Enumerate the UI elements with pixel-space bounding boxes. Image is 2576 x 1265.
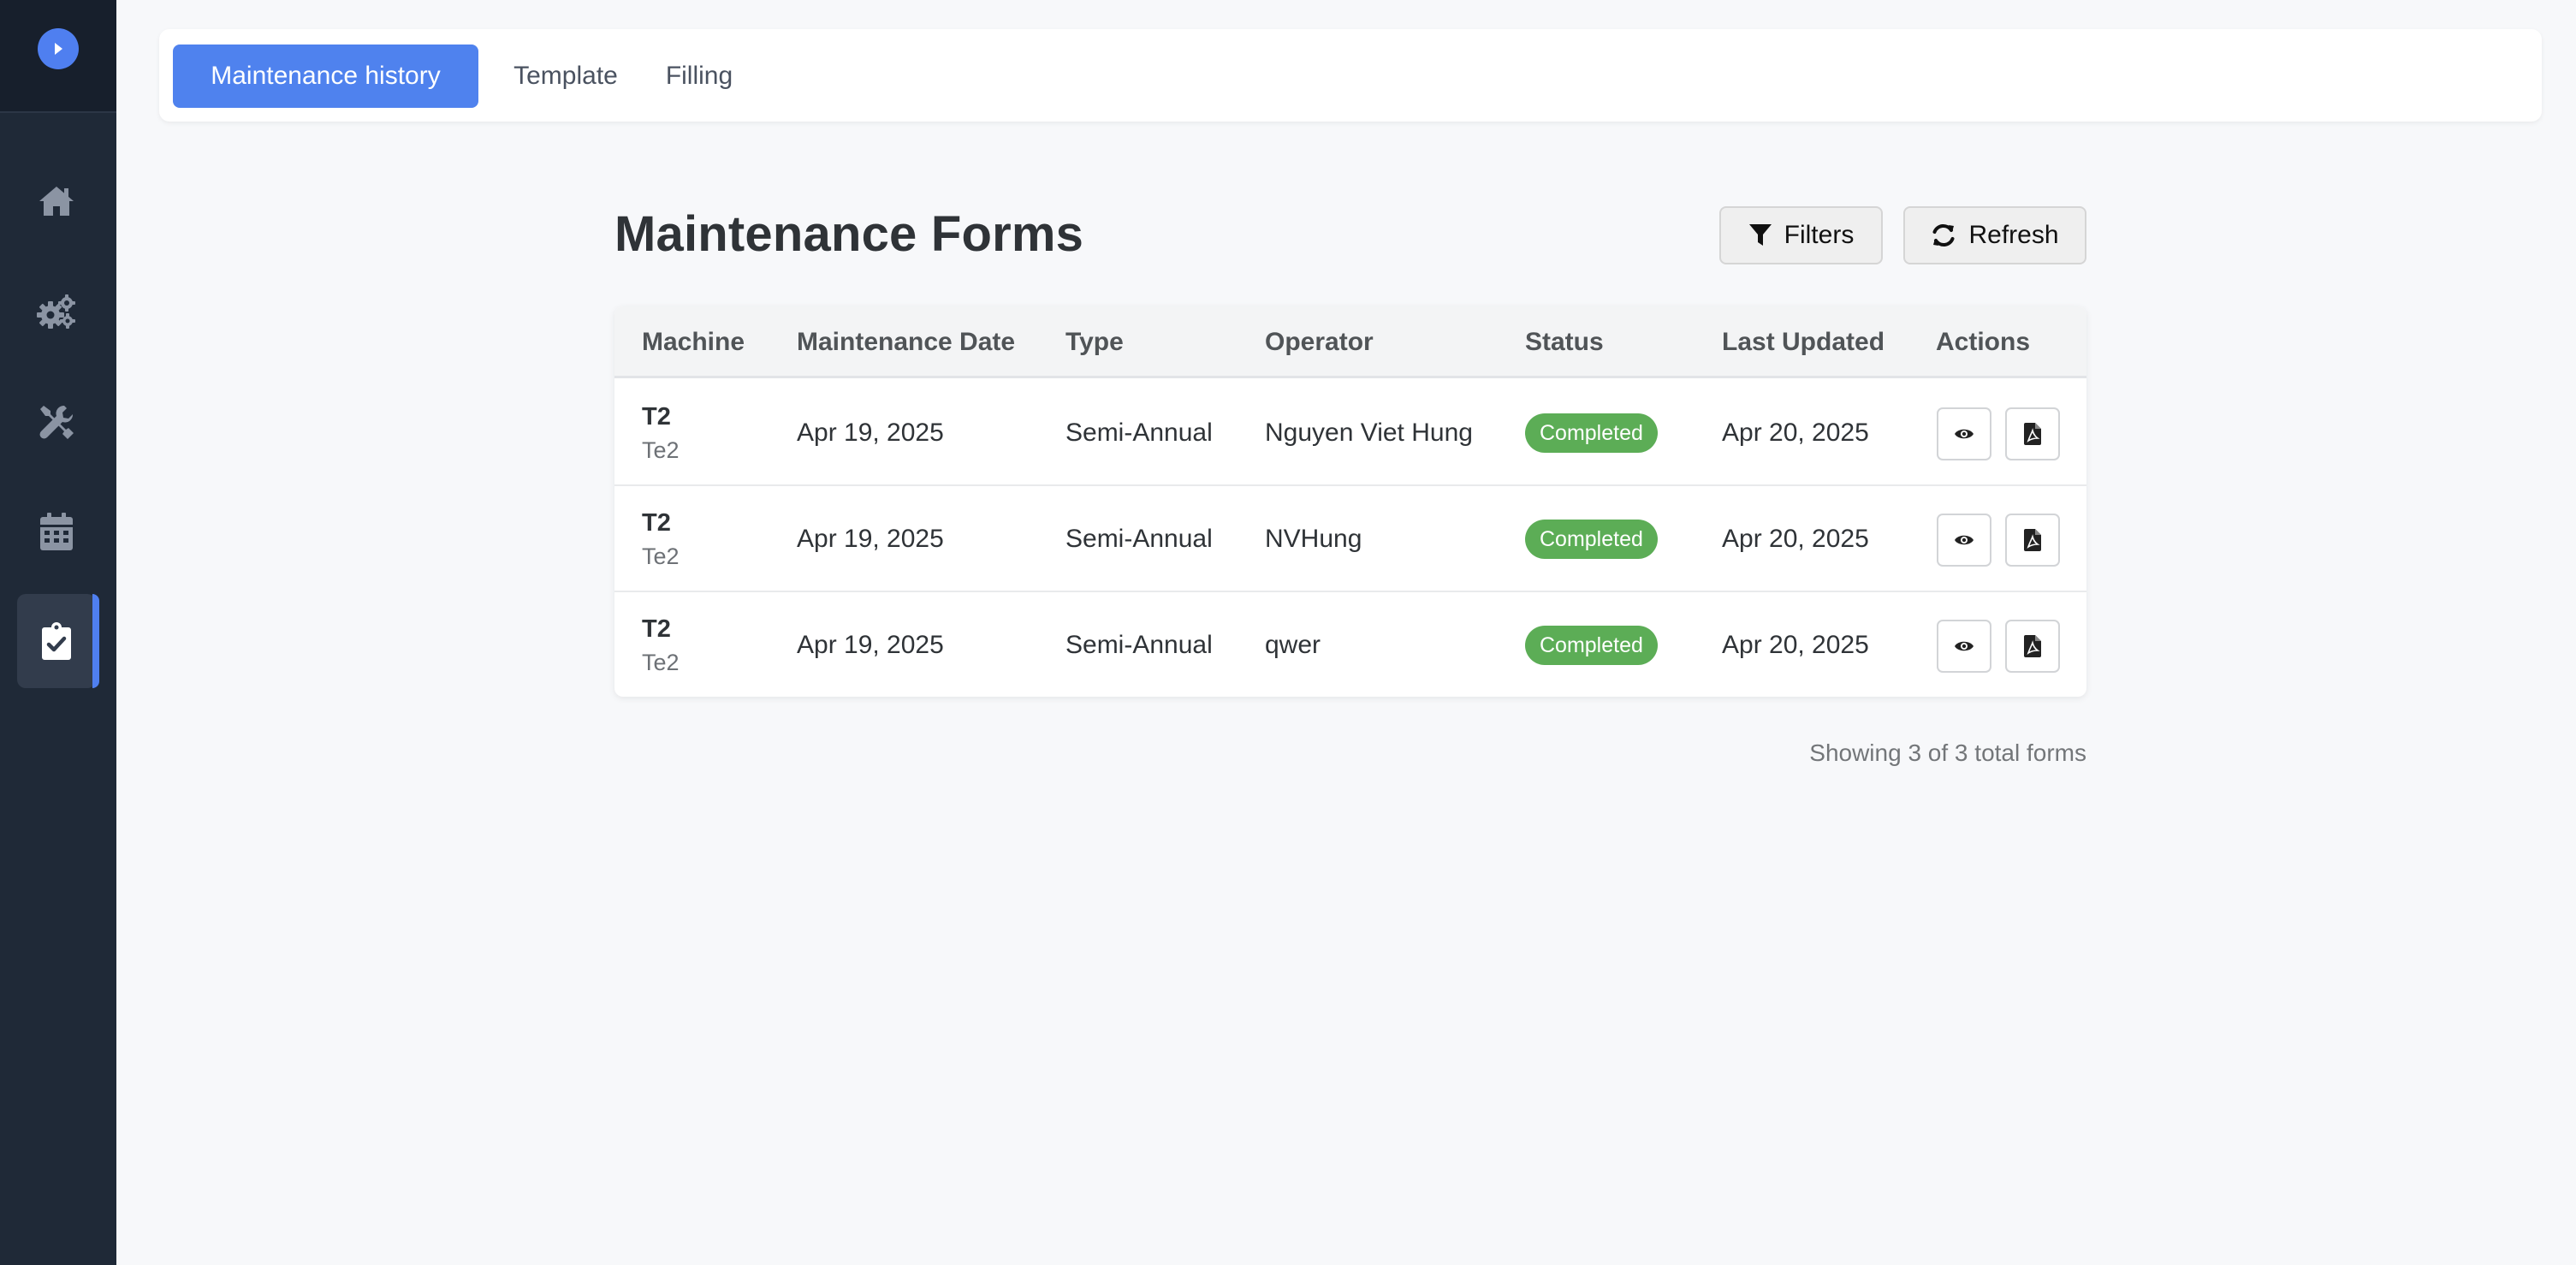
- maintenance-type: Semi-Annual: [1065, 631, 1213, 659]
- eye-icon: [1955, 429, 1974, 439]
- status-cell: Completed: [1525, 592, 1658, 697]
- filters-button[interactable]: Filters: [1719, 206, 1883, 264]
- status-cell: Completed: [1525, 380, 1658, 486]
- page-title: Maintenance Forms: [614, 206, 1084, 262]
- download-pdf-button[interactable]: [2005, 514, 2060, 567]
- tab-filling[interactable]: Filling: [647, 45, 751, 108]
- machine-cell: T2 Te2: [642, 592, 680, 697]
- download-pdf-button[interactable]: [2005, 407, 2060, 460]
- eye-icon: [1955, 535, 1974, 545]
- chevron-right-icon: [55, 43, 62, 55]
- machine-name: T2: [642, 509, 671, 537]
- calendar-icon: [40, 513, 73, 550]
- maintenance-date: Apr 19, 2025: [797, 631, 944, 659]
- last-updated-date: Apr 20, 2025: [1722, 525, 1869, 553]
- sidebar-item-home[interactable]: [17, 154, 96, 248]
- maintenance-forms-table: Machine Maintenance Date Type Operator S…: [614, 306, 2086, 697]
- operator-name: qwer: [1265, 631, 1321, 659]
- table-row: T2 Te2 Apr 19, 2025 Semi-Annual NVHung C…: [614, 486, 2086, 592]
- status-badge: Completed: [1525, 626, 1658, 665]
- refresh-icon: [1932, 223, 1955, 247]
- tab-template[interactable]: Template: [502, 45, 630, 108]
- column-header-maintenance-date[interactable]: Maintenance Date: [797, 306, 1015, 378]
- filter-icon: [1748, 224, 1772, 246]
- download-pdf-button[interactable]: [2005, 620, 2060, 673]
- clipboard-check-icon: [42, 622, 71, 660]
- sidebar-header: [0, 0, 116, 113]
- refresh-button[interactable]: Refresh: [1903, 206, 2086, 264]
- tab-maintenance-history[interactable]: Maintenance history: [173, 45, 478, 108]
- filters-button-label: Filters: [1784, 221, 1855, 249]
- tab-bar: Maintenance history Template Filling: [159, 29, 2542, 122]
- machine-code: Te2: [642, 437, 680, 463]
- file-pdf-icon: [2024, 423, 2041, 445]
- file-pdf-icon: [2024, 529, 2041, 551]
- column-header-status[interactable]: Status: [1525, 306, 1604, 378]
- maintenance-type: Semi-Annual: [1065, 525, 1213, 553]
- status-badge: Completed: [1525, 520, 1658, 559]
- table-row: T2 Te2 Apr 19, 2025 Semi-Annual Nguyen V…: [614, 380, 2086, 486]
- file-pdf-icon: [2024, 635, 2041, 657]
- last-updated-date: Apr 20, 2025: [1722, 631, 1869, 659]
- view-button[interactable]: [1937, 407, 1991, 460]
- machine-code: Te2: [642, 650, 680, 675]
- machine-cell: T2 Te2: [642, 380, 680, 486]
- operator-name: NVHung: [1265, 525, 1362, 553]
- machine-name: T2: [642, 403, 671, 431]
- maintenance-date: Apr 19, 2025: [797, 525, 944, 553]
- table-row: T2 Te2 Apr 19, 2025 Semi-Annual qwer Com…: [614, 592, 2086, 697]
- table-header: Machine Maintenance Date Type Operator S…: [614, 306, 2086, 378]
- machine-cell: T2 Te2: [642, 486, 680, 592]
- home-icon: [39, 187, 74, 216]
- refresh-button-label: Refresh: [1968, 221, 2059, 249]
- eye-icon: [1955, 641, 1974, 651]
- column-header-last-updated[interactable]: Last Updated: [1722, 306, 1885, 378]
- gears-icon: [37, 294, 75, 329]
- sidebar: [0, 0, 116, 1265]
- operator-name: Nguyen Viet Hung: [1265, 419, 1473, 447]
- maintenance-date: Apr 19, 2025: [797, 419, 944, 447]
- view-button[interactable]: [1937, 620, 1991, 673]
- forms-count-text: Showing 3 of 3 total forms: [1809, 739, 2086, 766]
- last-updated-date: Apr 20, 2025: [1722, 419, 1869, 447]
- status-badge: Completed: [1525, 413, 1658, 453]
- machine-code: Te2: [642, 543, 680, 569]
- sidebar-item-schedule[interactable]: [17, 484, 96, 579]
- status-cell: Completed: [1525, 486, 1658, 592]
- column-header-type[interactable]: Type: [1065, 306, 1124, 378]
- view-button[interactable]: [1937, 514, 1991, 567]
- machine-name: T2: [642, 615, 671, 643]
- sidebar-item-forms[interactable]: [17, 594, 99, 688]
- maintenance-type: Semi-Annual: [1065, 419, 1213, 447]
- sidebar-item-machines[interactable]: [17, 264, 96, 359]
- column-header-actions: Actions: [1936, 328, 2031, 356]
- column-header-machine[interactable]: Machine: [642, 306, 745, 378]
- sidebar-item-maintenance[interactable]: [17, 375, 96, 469]
- sidebar-toggle-button[interactable]: [38, 28, 79, 69]
- column-header-operator[interactable]: Operator: [1265, 306, 1374, 378]
- tools-icon: [39, 405, 74, 439]
